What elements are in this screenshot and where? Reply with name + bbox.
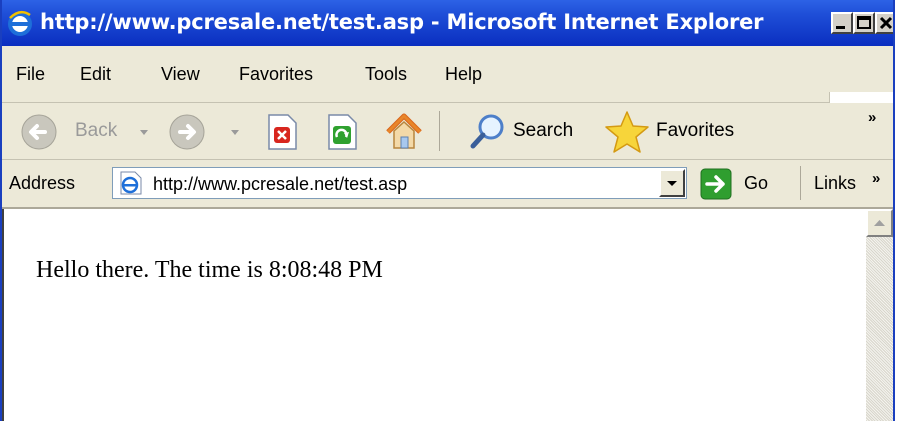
addressbar-separator [800,166,801,200]
chevron-down-icon [667,181,677,186]
page-icon [120,171,142,195]
scroll-up-button[interactable] [866,209,893,237]
back-label: Back [75,120,118,141]
address-input[interactable]: http://www.pcresale.net/test.asp [112,167,687,199]
minimize-button[interactable] [831,12,853,34]
toolbar-separator [439,111,440,151]
forward-dropdown-icon[interactable] [229,129,241,137]
search-icon[interactable] [467,112,509,152]
page-body-text: Hello there. The time is 8:08:48 PM [36,257,383,283]
refresh-icon[interactable] [324,113,360,151]
page-content: Hello there. The time is 8:08:48 PM [2,209,893,421]
back-arrow-icon [21,114,57,150]
menu-tools[interactable]: Tools [365,64,407,85]
forward-arrow-icon[interactable] [168,113,206,151]
links-button[interactable]: Links [814,173,856,194]
search-label[interactable]: Search [513,120,573,142]
maximize-icon [857,16,871,29]
browser-window: http://www.pcresale.net/test.asp - Micro… [0,0,895,421]
menu-file[interactable]: File [16,64,45,85]
favorites-star-icon[interactable] [603,109,651,155]
menu-edit[interactable]: Edit [80,64,111,85]
standard-toolbar: Back Search Favorites » [2,103,893,160]
go-button[interactable]: Go [744,173,768,194]
stop-icon[interactable] [264,113,300,151]
menu-bar: File Edit View Favorites Tools Help [2,46,893,148]
maximize-button[interactable] [853,12,875,34]
minimize-icon [836,26,845,29]
close-button[interactable] [875,12,893,34]
address-label: Address [9,173,76,193]
vertical-scrollbar[interactable] [866,209,893,421]
back-dropdown-icon[interactable] [138,129,150,137]
close-icon [879,16,893,30]
address-bar: Address http://www.pcresale.net/test.asp… [2,160,893,209]
scroll-up-arrow-icon [874,220,885,226]
menu-view[interactable]: View [161,64,200,85]
go-arrow-icon[interactable] [700,168,734,200]
address-url-text: http://www.pcresale.net/test.asp [153,174,408,194]
links-overflow-chevron[interactable]: » [872,170,880,187]
address-dropdown-button[interactable] [659,169,685,197]
menu-help[interactable]: Help [445,64,482,85]
menu-favorites[interactable]: Favorites [239,64,313,85]
toolbar-overflow-chevron[interactable]: » [868,109,876,126]
ie-logo-icon [8,10,32,36]
window-title: http://www.pcresale.net/test.asp - Micro… [40,10,764,34]
home-icon[interactable] [382,110,426,154]
favorites-label[interactable]: Favorites [656,120,734,142]
title-bar[interactable]: http://www.pcresale.net/test.asp - Micro… [2,0,893,46]
